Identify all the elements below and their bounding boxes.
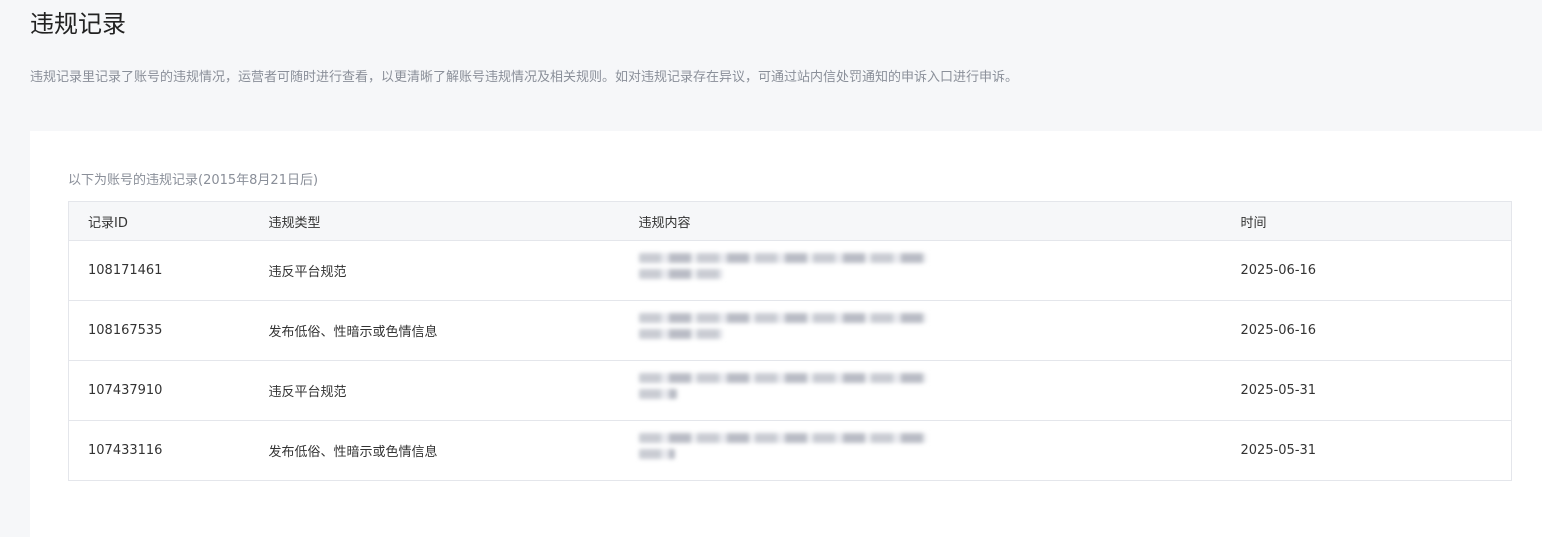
violation-type: 违反平台规范 (268, 385, 347, 400)
header-violation-type: 违规类型 (249, 201, 620, 241)
violation-content (620, 361, 1222, 421)
record-time: 2025-06-16 (1240, 263, 1317, 278)
violation-type: 发布低俗、性暗示或色情信息 (268, 325, 438, 340)
table-caption: 以下为账号的违规记录(2015年8月21日后) (68, 173, 319, 188)
records-panel: 以下为账号的违规记录(2015年8月21日后) 记录ID 违规类型 违规内容 时… (30, 131, 1542, 537)
page-title: 违规记录 (30, 10, 126, 38)
blurred-content (638, 432, 929, 473)
record-id: 107437910 (88, 383, 163, 398)
record-id: 108171461 (88, 263, 163, 278)
record-time: 2025-06-16 (1240, 323, 1317, 338)
table-row: 108171461 违反平台规范 2025-06-16 (68, 241, 1512, 301)
violation-content (620, 421, 1222, 481)
blurred-content (638, 312, 929, 353)
table-row: 107433116 发布低俗、性暗示或色情信息 2025-05-31 (69, 421, 1512, 481)
table-header-row: 记录ID 违规类型 违规内容 时间 (68, 201, 1512, 241)
violation-type: 违反平台规范 (268, 265, 347, 280)
header-violation-content: 违规内容 (619, 201, 1222, 241)
record-time: 2025-05-31 (1240, 443, 1317, 458)
record-time: 2025-05-31 (1240, 383, 1317, 398)
page-description: 违规记录里记录了账号的违规情况，运营者可随时进行查看，以更清晰了解账号违规情况及… (30, 70, 1019, 85)
record-id: 108167535 (88, 323, 163, 338)
violation-records-table: 记录ID 违规类型 违规内容 时间 108171461 违反平台规范 2025-… (68, 201, 1512, 481)
blurred-content (638, 372, 929, 413)
violation-content (620, 301, 1222, 361)
violation-content (620, 241, 1222, 301)
table-row: 107437910 违反平台规范 2025-05-31 (68, 361, 1512, 421)
header-record-id: 记录ID (68, 201, 250, 241)
violation-type: 发布低俗、性暗示或色情信息 (268, 445, 438, 460)
record-id: 107433116 (88, 443, 163, 458)
blurred-content (638, 252, 929, 293)
table-row: 108167535 发布低俗、性暗示或色情信息 2025-06-16 (68, 301, 1512, 361)
header-time: 时间 (1221, 201, 1512, 241)
